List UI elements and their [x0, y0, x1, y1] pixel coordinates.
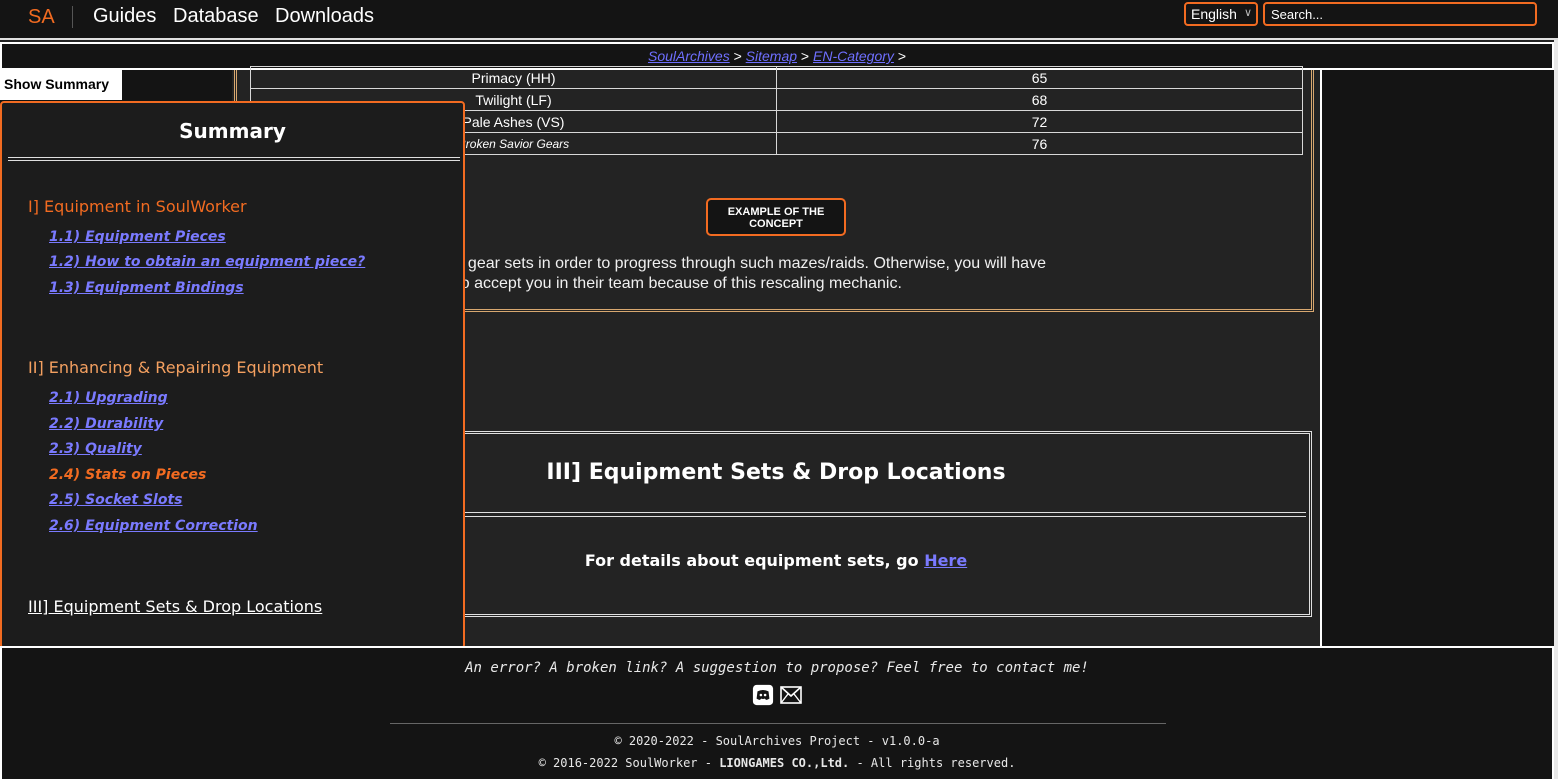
summary-section-1-heading[interactable]: I] Equipment in SoulWorker — [28, 197, 247, 216]
copyright-company: LIONGAMES CO.,Ltd. — [719, 756, 850, 770]
summary-link-2-5[interactable]: 2.5) Socket Slots — [49, 492, 182, 508]
site-logo[interactable]: SA — [28, 6, 55, 29]
summary-link-2-3[interactable]: 2.3) Quality — [49, 441, 142, 457]
search-input[interactable] — [1263, 2, 1537, 26]
breadcrumb-link-en-category[interactable]: EN-Category — [813, 48, 894, 64]
footer-copyright-project: © 2020-2022 - SoulArchives Project - v1.… — [614, 734, 940, 748]
nav-link-downloads[interactable]: Downloads — [275, 5, 374, 28]
footer-divider — [390, 723, 1166, 724]
table-cell-value: 72 — [776, 110, 1303, 133]
table-row: Primacy (HH) 65 — [250, 66, 1303, 89]
copyright-suffix: - All rights reserved. — [849, 756, 1016, 770]
breadcrumb-separator: > — [800, 48, 810, 64]
summary-title: Summary — [179, 119, 286, 143]
summary-divider — [8, 157, 460, 161]
summary-section-3-heading[interactable]: III] Equipment Sets & Drop Locations — [28, 597, 322, 616]
table-cell-value: 65 — [776, 66, 1303, 89]
summary-link-2-4[interactable]: 2.4) Stats on Pieces — [49, 467, 206, 483]
nav-divider — [72, 6, 73, 28]
scrollbar[interactable] — [1554, 40, 1558, 779]
footer-copyright-game: © 2016-2022 SoulWorker - LIONGAMES CO.,L… — [2, 756, 1552, 770]
summary-panel: Summary I] Equipment in SoulWorker 1.1) … — [0, 101, 465, 649]
section3-text-label: For details about equipment sets, go — [584, 551, 925, 570]
footer: An error? A broken link? A suggestion to… — [0, 646, 1554, 779]
nav-link-guides[interactable]: Guides — [93, 5, 156, 28]
show-summary-button[interactable]: Show Summary — [0, 70, 122, 100]
summary-link-1-2[interactable]: 1.2) How to obtain an equipment piece? — [49, 254, 365, 270]
footer-contact-message: An error? A broken link? A suggestion to… — [465, 660, 1089, 676]
mail-icon[interactable] — [780, 686, 802, 704]
section3-here-link[interactable]: Here — [924, 551, 967, 570]
breadcrumb-link-soularchives[interactable]: SoulArchives — [648, 48, 730, 64]
example-button-line2: CONCEPT — [749, 218, 803, 230]
example-concept-button[interactable]: EXAMPLE OF THE CONCEPT — [706, 198, 846, 236]
chevron-down-icon: ∨ — [1244, 6, 1253, 19]
discord-icon[interactable] — [752, 684, 774, 706]
top-navbar: SA Guides Database Downloads English ∨ — [0, 0, 1558, 40]
right-column — [1320, 70, 1554, 646]
summary-link-2-6[interactable]: 2.6) Equipment Correction — [49, 518, 258, 534]
breadcrumb-separator: > — [897, 48, 906, 64]
summary-section-2-heading[interactable]: II] Enhancing & Repairing Equipment — [28, 358, 323, 377]
table-cell-value: 68 — [776, 88, 1303, 111]
breadcrumb-link-sitemap[interactable]: Sitemap — [746, 48, 797, 64]
summary-link-1-1[interactable]: 1.1) Equipment Pieces — [49, 229, 226, 245]
breadcrumb-separator: > — [733, 48, 742, 64]
table-cell-name: Primacy (HH) — [250, 66, 777, 89]
summary-link-1-3[interactable]: 1.3) Equipment Bindings — [49, 280, 244, 296]
example-button-line1: EXAMPLE OF THE — [727, 206, 825, 218]
table-cell-value: 76 — [776, 132, 1303, 155]
summary-link-2-1[interactable]: 2.1) Upgrading — [49, 390, 168, 406]
summary-link-2-2[interactable]: 2.2) Durability — [49, 416, 163, 432]
copyright-prefix: © 2016-2022 SoulWorker - — [538, 756, 720, 770]
nav-link-database[interactable]: Database — [173, 5, 259, 28]
